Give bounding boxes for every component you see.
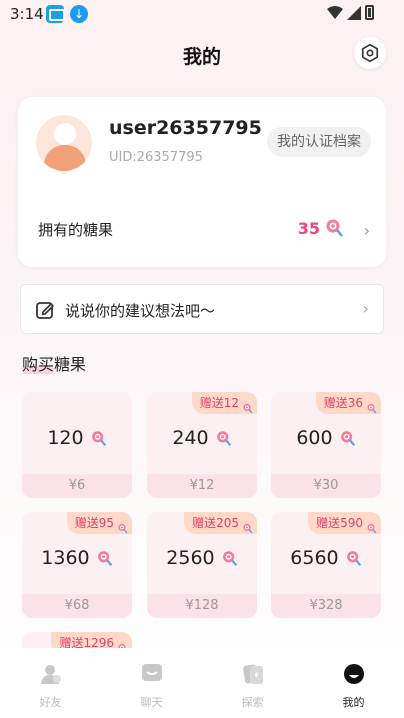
- profile-card: user26357795 UID:26357795 我的认证档案 拥有的糖果 3…: [18, 97, 386, 267]
- package-amount: 240: [147, 427, 257, 449]
- me-icon: [343, 664, 364, 684]
- lollipop-icon: [346, 551, 361, 566]
- lollipop-icon: [216, 431, 231, 446]
- status-time: 3:14: [10, 5, 44, 23]
- package-price: ¥328: [271, 594, 381, 618]
- bonus-badge: 赠送590: [308, 512, 381, 534]
- package-amount: 2560: [147, 547, 257, 569]
- package-amount-value: 6560: [290, 547, 339, 569]
- settings-button[interactable]: [354, 37, 386, 69]
- candy-package-card[interactable]: 赠送590 6560 ¥328: [271, 512, 381, 618]
- candy-package-card[interactable]: 赠送95 1360 ¥68: [22, 512, 132, 618]
- explore-icon: [242, 664, 263, 684]
- nav-chat[interactable]: 聊天: [101, 648, 202, 718]
- bonus-text: 赠送205: [192, 516, 239, 530]
- lollipop-icon: [97, 551, 112, 566]
- package-price: ¥68: [22, 594, 132, 618]
- lollipop-icon: [367, 523, 377, 534]
- lollipop-icon: [222, 551, 237, 566]
- signal-icon: [347, 5, 361, 20]
- friends-icon: [40, 665, 61, 684]
- bonus-badge: 赠送12: [191, 392, 257, 414]
- section-title: 购买糖果: [22, 355, 87, 374]
- suggestion-entry[interactable]: 说说你的建议想法吧～ ›: [20, 284, 384, 334]
- lollipop-icon: [91, 431, 106, 446]
- nav-label: 我的: [342, 696, 365, 709]
- nav-label: 聊天: [140, 696, 163, 709]
- bonus-badge: 赠送95: [66, 512, 132, 534]
- app-notification-icon: [46, 5, 65, 23]
- nav-me[interactable]: 我的: [303, 648, 404, 718]
- certification-button[interactable]: 我的认证档案: [267, 127, 371, 157]
- page-title: 我的: [182, 46, 221, 68]
- bonus-text: 赠送95: [74, 516, 114, 530]
- candy-package-card[interactable]: 赠送12 240 ¥12: [147, 392, 257, 498]
- candy-balance-value[interactable]: 35: [298, 218, 344, 238]
- bonus-badge: 赠送36: [315, 392, 381, 414]
- lollipop-icon: [243, 523, 253, 534]
- lollipop-icon: [243, 403, 253, 414]
- suggestion-text: 说说你的建议想法吧～: [65, 302, 216, 320]
- nav-explore[interactable]: 探索: [202, 648, 303, 718]
- status-bar: 3:14 ↓: [0, 0, 404, 28]
- chevron-right-icon[interactable]: ›: [364, 221, 370, 240]
- package-amount-value: 2560: [166, 547, 215, 569]
- package-amount-value: 120: [47, 427, 84, 449]
- package-price: ¥6: [22, 474, 132, 498]
- bottom-nav: 好友 聊天 探索 我的: [0, 648, 404, 718]
- wifi-icon: [327, 5, 343, 19]
- package-amount: 1360: [22, 547, 132, 569]
- user-id: UID:26357795: [109, 150, 203, 165]
- nav-label: 探索: [241, 696, 264, 709]
- avatar[interactable]: [36, 115, 92, 171]
- candy-package-card[interactable]: 赠送205 2560 ¥128: [147, 512, 257, 618]
- bonus-text: 赠送590: [316, 516, 363, 530]
- lollipop-icon: [118, 523, 128, 534]
- package-price: ¥128: [147, 594, 257, 618]
- edit-icon: [36, 302, 54, 319]
- candy-count: 35: [297, 218, 320, 238]
- battery-icon: [365, 5, 374, 20]
- bonus-badge: 赠送205: [184, 512, 257, 534]
- package-amount: 120: [22, 427, 132, 449]
- package-amount-value: 1360: [41, 547, 90, 569]
- lollipop-icon: [367, 403, 377, 414]
- lollipop-icon: [326, 219, 343, 237]
- nav-friends[interactable]: 好友: [0, 648, 101, 718]
- bonus-text: 赠送36: [323, 396, 363, 410]
- package-amount: 6560: [271, 547, 381, 569]
- candy-package-card[interactable]: 赠送36 600 ¥30: [271, 392, 381, 498]
- bonus-text: 赠送12: [199, 396, 239, 410]
- package-amount-value: 600: [296, 427, 333, 449]
- chat-icon: [141, 664, 162, 681]
- nav-label: 好友: [39, 696, 62, 709]
- package-price: ¥12: [147, 474, 257, 498]
- download-icon: ↓: [70, 5, 88, 23]
- candy-balance-label: 拥有的糖果: [38, 221, 114, 239]
- package-amount-value: 240: [172, 427, 209, 449]
- package-price: ¥30: [271, 474, 381, 498]
- gear-icon: [361, 43, 379, 63]
- candy-package-card[interactable]: 120 ¥6: [22, 392, 132, 498]
- lollipop-icon: [340, 431, 355, 446]
- chevron-right-icon: ›: [362, 299, 369, 318]
- package-amount: 600: [271, 427, 381, 449]
- username: user26357795: [109, 117, 262, 139]
